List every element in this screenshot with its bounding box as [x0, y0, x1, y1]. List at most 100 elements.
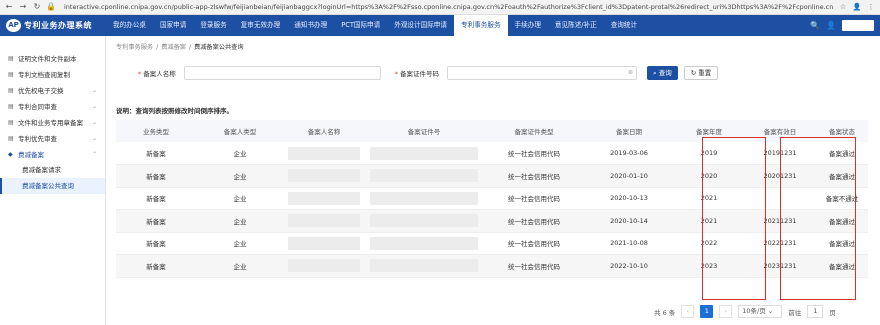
- sidebar-item-label: 费减备案: [18, 151, 44, 159]
- nav-pct[interactable]: PCT国际申请: [334, 15, 387, 36]
- cell-filer-type: 企业: [196, 232, 284, 255]
- nav-my-desk[interactable]: 我的办公桌: [106, 15, 153, 36]
- name-input[interactable]: [183, 66, 381, 80]
- user-icon[interactable]: 👤: [826, 21, 836, 30]
- sidebar-item-fee-reduction[interactable]: ◆ 费减备案 ⌃: [0, 146, 105, 162]
- cell-filing-date: 2020-10-14: [584, 209, 674, 233]
- page-size-value: 10条/页: [742, 307, 766, 315]
- address-bar[interactable]: interactive.cponline.cnipa.gov.cn/public…: [60, 2, 834, 13]
- cell-business-type: 新备案: [116, 187, 196, 210]
- cell-filing-date: 2019-03-06: [584, 142, 674, 165]
- nav-reexamination[interactable]: 复审无效办理: [234, 15, 288, 36]
- cell-filer-name: [284, 142, 364, 165]
- col-header: 业务类型: [116, 120, 196, 142]
- col-header: 备案日期: [584, 120, 674, 142]
- sidebar-item-certificates[interactable]: ▤ 证明文件和文件副本: [0, 50, 105, 66]
- cell-business-type: 新备案: [116, 142, 196, 165]
- query-button[interactable]: ⌕ 查询: [647, 66, 678, 80]
- nav-query-stats[interactable]: 查询统计: [604, 15, 644, 36]
- redacted-mask: [288, 259, 360, 273]
- name-label-text: 备案人名称: [143, 70, 176, 78]
- chevron-down-icon: ⌄: [91, 134, 97, 142]
- search-icon[interactable]: 🔍: [810, 21, 820, 30]
- query-button-label: 查询: [658, 69, 672, 77]
- chevron-down-icon: ⌄: [91, 102, 97, 110]
- sidebar-item-priority-exchange[interactable]: ▤ 优先权电子交换 ⌄: [0, 82, 105, 98]
- profile-icon[interactable]: 👤: [852, 3, 862, 11]
- main-nav: 我的办公桌 国家申请 登录服务 复审无效办理 通知书办理 PCT国际申请 外观设…: [106, 15, 644, 36]
- header-tools: 🔍 👤: [810, 20, 880, 31]
- document-icon: ▤: [8, 102, 14, 110]
- goto-label: 前往: [788, 308, 802, 317]
- sidebar-item-label: 文件和业务专用章备案: [18, 119, 83, 127]
- cell-id-number: [364, 164, 484, 188]
- reload-icon[interactable]: ↻: [32, 2, 42, 12]
- sidebar-subitem-fee-public-query[interactable]: 费减备案公共查询: [0, 178, 105, 194]
- required-mark: *: [138, 70, 142, 78]
- main-content: 专利事务服务 / 费减备案 / 费减备案公共查询 * 备案人名称 * 备案证件号码 ⊗ ⌕ …: [106, 36, 880, 325]
- cell-id-number: [364, 209, 484, 233]
- app-logo: AP 专利业务办理系统: [0, 19, 106, 32]
- sidebar-item-label: 专利文档查阅复制: [18, 71, 70, 79]
- bookmark-star-icon[interactable]: ☆: [838, 3, 848, 11]
- cell-business-type: 新备案: [116, 232, 196, 255]
- cell-id-number: [364, 254, 484, 278]
- clear-icon[interactable]: ⊗: [628, 69, 633, 76]
- nav-registration-service[interactable]: 登录服务: [193, 15, 233, 36]
- cell-filer-type: 企业: [196, 254, 284, 278]
- name-label: * 备案人名称: [138, 68, 176, 78]
- forward-arrow-icon[interactable]: →: [18, 2, 28, 12]
- id-input[interactable]: ⊗: [447, 66, 637, 80]
- sidebar-subitem-fee-request[interactable]: 费减备案请求: [0, 162, 105, 178]
- diamond-icon: ◆: [8, 150, 13, 158]
- reset-button-label: 重置: [698, 69, 712, 77]
- nav-notices[interactable]: 通知书办理: [287, 15, 334, 36]
- sidebar-item-seal-filing[interactable]: ▤ 文件和业务专用章备案 ⌄: [0, 114, 105, 130]
- nav-patent-affairs[interactable]: 专利事务服务: [453, 15, 508, 36]
- nav-design-international[interactable]: 外观设计国际申请: [387, 15, 454, 36]
- page-number[interactable]: 1: [700, 305, 714, 318]
- valid-date-highlight: [702, 137, 766, 300]
- document-icon: ▤: [8, 54, 14, 62]
- chevron-down-icon: ⌄: [91, 86, 97, 94]
- menu-dots-icon[interactable]: ⋮: [866, 3, 876, 11]
- cell-filing-date: 2020-01-10: [584, 164, 674, 188]
- nav-national-application[interactable]: 国家申请: [153, 15, 193, 36]
- document-icon: ▤: [8, 86, 14, 94]
- user-menu[interactable]: [842, 20, 874, 31]
- page-unit: 页: [829, 308, 836, 317]
- id-label: * 备案证件号码: [395, 68, 439, 78]
- goto-page-input[interactable]: 1: [807, 305, 824, 318]
- app-header: AP 专利业务办理系统 我的办公桌 国家申请 登录服务 复审无效办理 通知书办理…: [0, 15, 880, 36]
- cell-filing-date: 2022-10-10: [584, 254, 674, 278]
- page-size-select[interactable]: 10条/页 ⌄: [738, 305, 783, 318]
- cell-business-type: 新备案: [116, 164, 196, 188]
- nav-procedures[interactable]: 手续办理: [508, 15, 548, 36]
- chevron-down-icon: ⌄: [767, 307, 774, 315]
- back-arrow-icon[interactable]: ←: [4, 2, 14, 12]
- cell-id-type: 统一社会信用代码: [484, 232, 584, 255]
- breadcrumb-item[interactable]: 费减备案: [161, 44, 186, 51]
- redacted-mask: [370, 259, 478, 273]
- lock-icon[interactable]: 🔒: [46, 2, 56, 12]
- nav-opinion[interactable]: 意见陈述/补正: [548, 15, 604, 36]
- cell-id-type: 统一社会信用代码: [484, 254, 584, 278]
- id-label-text: 备案证件号码: [400, 70, 439, 78]
- cell-filer-name: [284, 254, 364, 278]
- cell-id-type: 统一社会信用代码: [484, 142, 584, 165]
- cell-filer-name: [284, 232, 364, 255]
- reset-button[interactable]: ↻ 重置: [683, 66, 719, 80]
- cell-filer-type: 企业: [196, 142, 284, 165]
- sidebar-item-priority-review[interactable]: ▤ 专利优先审查 ⌄: [0, 130, 105, 146]
- cell-id-type: 统一社会信用代码: [484, 187, 584, 210]
- cell-id-number: [364, 187, 484, 210]
- chevron-up-icon: ⌃: [91, 150, 97, 158]
- cell-filer-name: [284, 187, 364, 210]
- redacted-mask: [288, 146, 360, 160]
- redacted-mask: [370, 236, 478, 250]
- breadcrumb-item[interactable]: 专利事务服务: [116, 44, 153, 51]
- prev-page-icon[interactable]: ‹: [681, 305, 695, 318]
- sidebar-item-doc-copy[interactable]: ▤ 专利文档查阅复制: [0, 66, 105, 82]
- next-page-icon[interactable]: ›: [719, 305, 733, 318]
- sidebar-item-contract-review[interactable]: ▤ 专利合同审查 ⌄: [0, 98, 105, 114]
